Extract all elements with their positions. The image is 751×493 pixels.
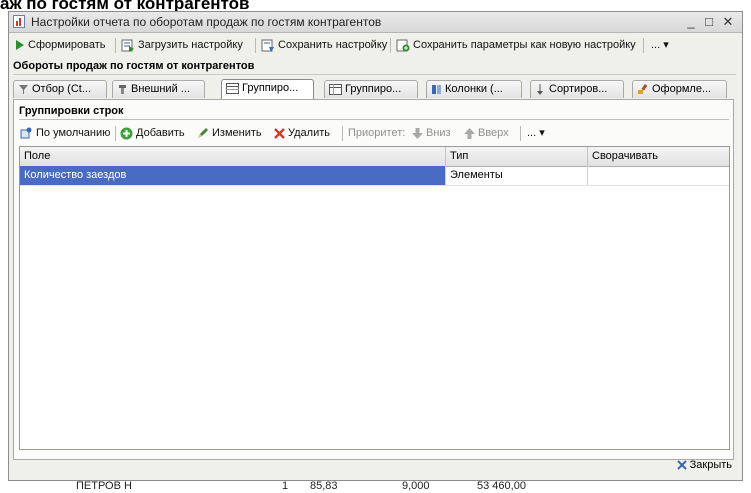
window-title: Настройки отчета по оборотам продаж по г… (31, 15, 382, 29)
save-settings-button[interactable]: Сохранить настройку (261, 36, 387, 54)
move-down-label: Вниз (426, 127, 451, 139)
toolbar-divider (342, 126, 343, 141)
delete-icon (274, 127, 285, 139)
bg-cell-value1: 85,83 (310, 480, 338, 492)
table-header: Поле Тип Сворачивать (20, 147, 729, 167)
generate-button[interactable]: Сформировать (15, 36, 106, 54)
delete-label: Удалить (288, 127, 330, 139)
save-settings-label: Сохранить настройку (278, 39, 388, 51)
toolbar-divider (520, 126, 521, 141)
sort-icon (537, 83, 543, 95)
load-settings-button[interactable]: Загрузить настройку (121, 36, 243, 54)
brush-icon (638, 83, 648, 94)
save-new-icon (396, 39, 410, 52)
toolbar-divider (255, 38, 256, 53)
play-icon (16, 40, 24, 51)
table-icon (226, 82, 239, 94)
tab-sorting[interactable]: Сортиров... (530, 80, 624, 98)
priority-label: Приоритет: (348, 127, 406, 139)
row-grouping-panel: Группировки строк По умолчанию Добавить … (13, 99, 734, 460)
tab-label: Отбор (Ct... (32, 83, 92, 95)
section-title: Обороты продаж по гостям от контрагентов (13, 60, 255, 72)
group-divider (19, 119, 729, 120)
report-app-icon (13, 15, 25, 28)
generate-label: Сформировать (28, 39, 106, 51)
section-divider (13, 74, 736, 75)
tab-label: Группиро... (242, 82, 299, 94)
save-as-new-button[interactable]: Сохранить параметры как новую настройку (396, 36, 636, 54)
column-header-field[interactable]: Поле (20, 147, 446, 166)
add-icon (120, 127, 133, 140)
table-icon (329, 83, 342, 95)
tab-label: Колонки (... (445, 83, 503, 95)
tab-label: Сортиров... (549, 83, 608, 95)
cell-field[interactable]: Количество заездов (20, 166, 446, 185)
tab-column-grouping[interactable]: Группиро... (324, 80, 418, 98)
add-button[interactable]: Добавить (120, 124, 185, 142)
title-bar[interactable]: Настройки отчета по оборотам продаж по г… (9, 12, 742, 33)
load-settings-icon (121, 39, 134, 52)
cell-type[interactable]: Элементы (446, 166, 588, 185)
default-icon (20, 127, 32, 139)
move-up-button[interactable]: Вверх (464, 124, 509, 142)
edit-button[interactable]: Изменить (197, 124, 262, 142)
group-title: Группировки строк (19, 105, 124, 117)
default-label: По умолчанию (36, 127, 111, 139)
more-actions-button[interactable]: ... ▾ (651, 36, 669, 54)
tab-columns[interactable]: Колонки (... (426, 80, 522, 98)
table-row[interactable]: Количество заездов Элементы (20, 166, 729, 186)
tab-label: Оформле... (652, 83, 712, 95)
edit-label: Изменить (212, 127, 262, 139)
minimize-button[interactable]: _ (683, 14, 699, 30)
close-icon (676, 460, 687, 470)
move-down-button[interactable]: Вниз (412, 124, 451, 142)
toolbar-divider (115, 38, 116, 53)
tab-formatting[interactable]: Оформле... (632, 80, 727, 98)
tab-filter[interactable]: Отбор (Ct... (13, 80, 107, 98)
grouping-more-button[interactable]: ... ▾ (527, 124, 545, 142)
column-header-type[interactable]: Тип (446, 147, 588, 166)
delete-button[interactable]: Удалить (274, 124, 330, 142)
close-button[interactable]: Закрыть (676, 457, 732, 473)
filter-icon (19, 84, 28, 94)
settings-dialog: Настройки отчета по оборотам продаж по г… (8, 11, 743, 481)
wrench-icon (119, 84, 126, 94)
move-up-label: Вверх (478, 127, 509, 139)
load-settings-label: Загрузить настройку (138, 39, 243, 51)
groupings-table[interactable]: Поле Тип Сворачивать Количество заездов … (19, 146, 730, 450)
toolbar-divider (643, 38, 644, 53)
column-header-collapse[interactable]: Сворачивать (588, 147, 729, 166)
columns-icon (432, 84, 441, 94)
save-as-new-label: Сохранить параметры как новую настройку (413, 39, 636, 51)
add-label: Добавить (136, 127, 185, 139)
bg-cell-value2: 9,000 (402, 480, 430, 492)
maximize-button[interactable]: □ (701, 14, 717, 30)
close-label: Закрыть (689, 459, 732, 471)
toolbar-divider (115, 126, 116, 141)
tab-label: Внешний ... (131, 83, 190, 95)
default-button[interactable]: По умолчанию (20, 124, 110, 142)
tab-row-grouping[interactable]: Группиро... (221, 79, 314, 99)
toolbar-divider (390, 38, 391, 53)
arrow-down-icon (412, 127, 423, 139)
arrow-up-icon (464, 127, 475, 139)
close-window-button[interactable]: ✕ (720, 14, 736, 30)
save-settings-icon (261, 39, 274, 52)
bg-cell-count: 1 (282, 480, 289, 492)
pencil-icon (198, 128, 208, 139)
tab-label: Группиро... (345, 83, 402, 95)
bg-cell-value3: 53 460,00 (477, 480, 526, 492)
bg-cell-name: ПЕТРОВ Н (76, 480, 132, 492)
tab-appearance[interactable]: Внешний ... (112, 80, 205, 98)
cell-collapse[interactable] (588, 166, 729, 185)
